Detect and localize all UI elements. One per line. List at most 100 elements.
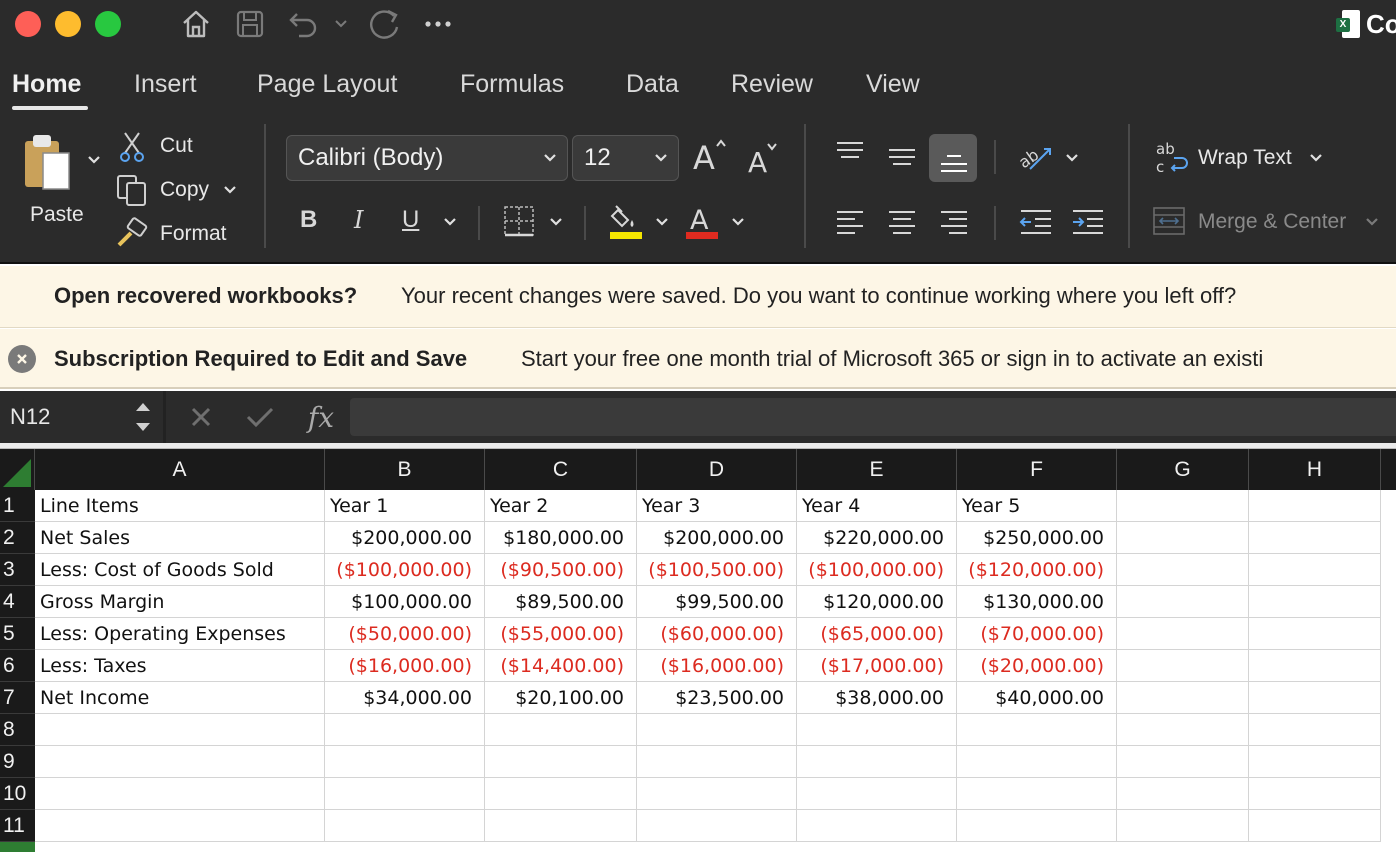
increase-font-size-icon[interactable]: A [690,136,730,176]
cell-a7[interactable]: Net Income [35,682,325,714]
cell-e1[interactable]: Year 4 [797,490,957,522]
copy-label[interactable]: Copy [160,178,209,202]
row-header-11[interactable]: 11 [0,810,35,842]
increase-indent-icon[interactable] [1070,206,1106,238]
align-right-icon[interactable] [938,206,970,238]
name-box-stepper-icon[interactable] [133,397,153,437]
cell-g8[interactable] [1117,714,1249,746]
format-painter-label[interactable]: Format [160,222,227,246]
column-header-e[interactable]: E [797,449,957,490]
merge-center-chevron-icon[interactable] [1364,214,1380,230]
cell-b7[interactable]: $34,000.00 [325,682,485,714]
subscription-body[interactable]: Start your free one month trial of Micro… [521,346,1263,372]
cell-e2[interactable]: $220,000.00 [797,522,957,554]
cell-f11[interactable] [957,810,1117,842]
cell-b1[interactable]: Year 1 [325,490,485,522]
cell-d6[interactable]: ($16,000.00) [637,650,797,682]
paste-icon[interactable] [18,130,80,196]
tab-home[interactable]: Home [12,70,81,100]
format-painter-icon[interactable] [114,216,150,250]
cell-b2[interactable]: $200,000.00 [325,522,485,554]
tab-formulas[interactable]: Formulas [460,70,564,100]
cell-c10[interactable] [485,778,637,810]
cell-c4[interactable]: $89,500.00 [485,586,637,618]
italic-button[interactable]: I [354,206,363,234]
tab-data[interactable]: Data [626,70,679,100]
cell-b9[interactable] [325,746,485,778]
cell-g10[interactable] [1117,778,1249,810]
row-header-1[interactable]: 1 [0,490,35,522]
cell-c1[interactable]: Year 2 [485,490,637,522]
insert-function-icon[interactable]: fx [300,397,342,437]
cell-d3[interactable]: ($100,500.00) [637,554,797,586]
cell-a8[interactable] [35,714,325,746]
cell-f9[interactable] [957,746,1117,778]
cell-a3[interactable]: Less: Cost of Goods Sold [35,554,325,586]
cell-a1[interactable]: Line Items [35,490,325,522]
zoom-window-button[interactable] [95,11,121,37]
undo-dropdown-chevron-icon[interactable] [332,6,350,42]
cell-g5[interactable] [1117,618,1249,650]
font-size-select[interactable]: 12 [572,135,679,181]
tab-view[interactable]: View [866,70,920,100]
font-color-chevron-icon[interactable] [730,214,746,230]
cell-g2[interactable] [1117,522,1249,554]
cell-h1[interactable] [1249,490,1381,522]
cell-e8[interactable] [797,714,957,746]
cell-g1[interactable] [1117,490,1249,522]
cell-a11[interactable] [35,810,325,842]
more-icon[interactable] [420,6,456,42]
cell-h7[interactable] [1249,682,1381,714]
home-icon[interactable] [178,6,214,42]
row-header-4[interactable]: 4 [0,586,35,618]
column-header-g[interactable]: G [1117,449,1249,490]
cell-f1[interactable]: Year 5 [957,490,1117,522]
align-middle-icon[interactable] [886,144,918,172]
cell-f8[interactable] [957,714,1117,746]
bold-button[interactable]: B [300,206,317,234]
cell-b5[interactable]: ($50,000.00) [325,618,485,650]
cell-g7[interactable] [1117,682,1249,714]
tab-insert[interactable]: Insert [134,70,197,100]
cell-c5[interactable]: ($55,000.00) [485,618,637,650]
cell-b6[interactable]: ($16,000.00) [325,650,485,682]
cell-a5[interactable]: Less: Operating Expenses [35,618,325,650]
fill-color-icon[interactable] [608,202,644,240]
cell-d1[interactable]: Year 3 [637,490,797,522]
cell-g6[interactable] [1117,650,1249,682]
cell-h4[interactable] [1249,586,1381,618]
tab-review[interactable]: Review [731,70,813,100]
align-top-icon[interactable] [834,138,866,166]
paste-dropdown-chevron-icon[interactable] [86,150,102,170]
row-header-7[interactable]: 7 [0,682,35,714]
wrap-text-chevron-icon[interactable] [1308,150,1324,166]
row-header-8[interactable]: 8 [0,714,35,746]
merge-center-icon[interactable] [1152,204,1186,238]
paste-label[interactable]: Paste [30,203,84,227]
cell-f7[interactable]: $40,000.00 [957,682,1117,714]
row-header-2[interactable]: 2 [0,522,35,554]
row-header-3[interactable]: 3 [0,554,35,586]
cell-g3[interactable] [1117,554,1249,586]
cell-h9[interactable] [1249,746,1381,778]
cell-d10[interactable] [637,778,797,810]
cell-d2[interactable]: $200,000.00 [637,522,797,554]
undo-icon[interactable] [285,6,325,42]
row-header-6[interactable]: 6 [0,650,35,682]
cell-f10[interactable] [957,778,1117,810]
column-header-c[interactable]: C [485,449,637,490]
cell-d5[interactable]: ($60,000.00) [637,618,797,650]
formula-input[interactable] [350,398,1396,436]
cell-e3[interactable]: ($100,000.00) [797,554,957,586]
cell-c8[interactable] [485,714,637,746]
row-header-5[interactable]: 5 [0,618,35,650]
cell-g9[interactable] [1117,746,1249,778]
align-left-icon[interactable] [834,206,866,238]
cell-c11[interactable] [485,810,637,842]
cell-f4[interactable]: $130,000.00 [957,586,1117,618]
cell-b10[interactable] [325,778,485,810]
close-window-button[interactable] [15,11,41,37]
column-header-d[interactable]: D [637,449,797,490]
fill-color-chevron-icon[interactable] [654,214,670,230]
cell-a2[interactable]: Net Sales [35,522,325,554]
